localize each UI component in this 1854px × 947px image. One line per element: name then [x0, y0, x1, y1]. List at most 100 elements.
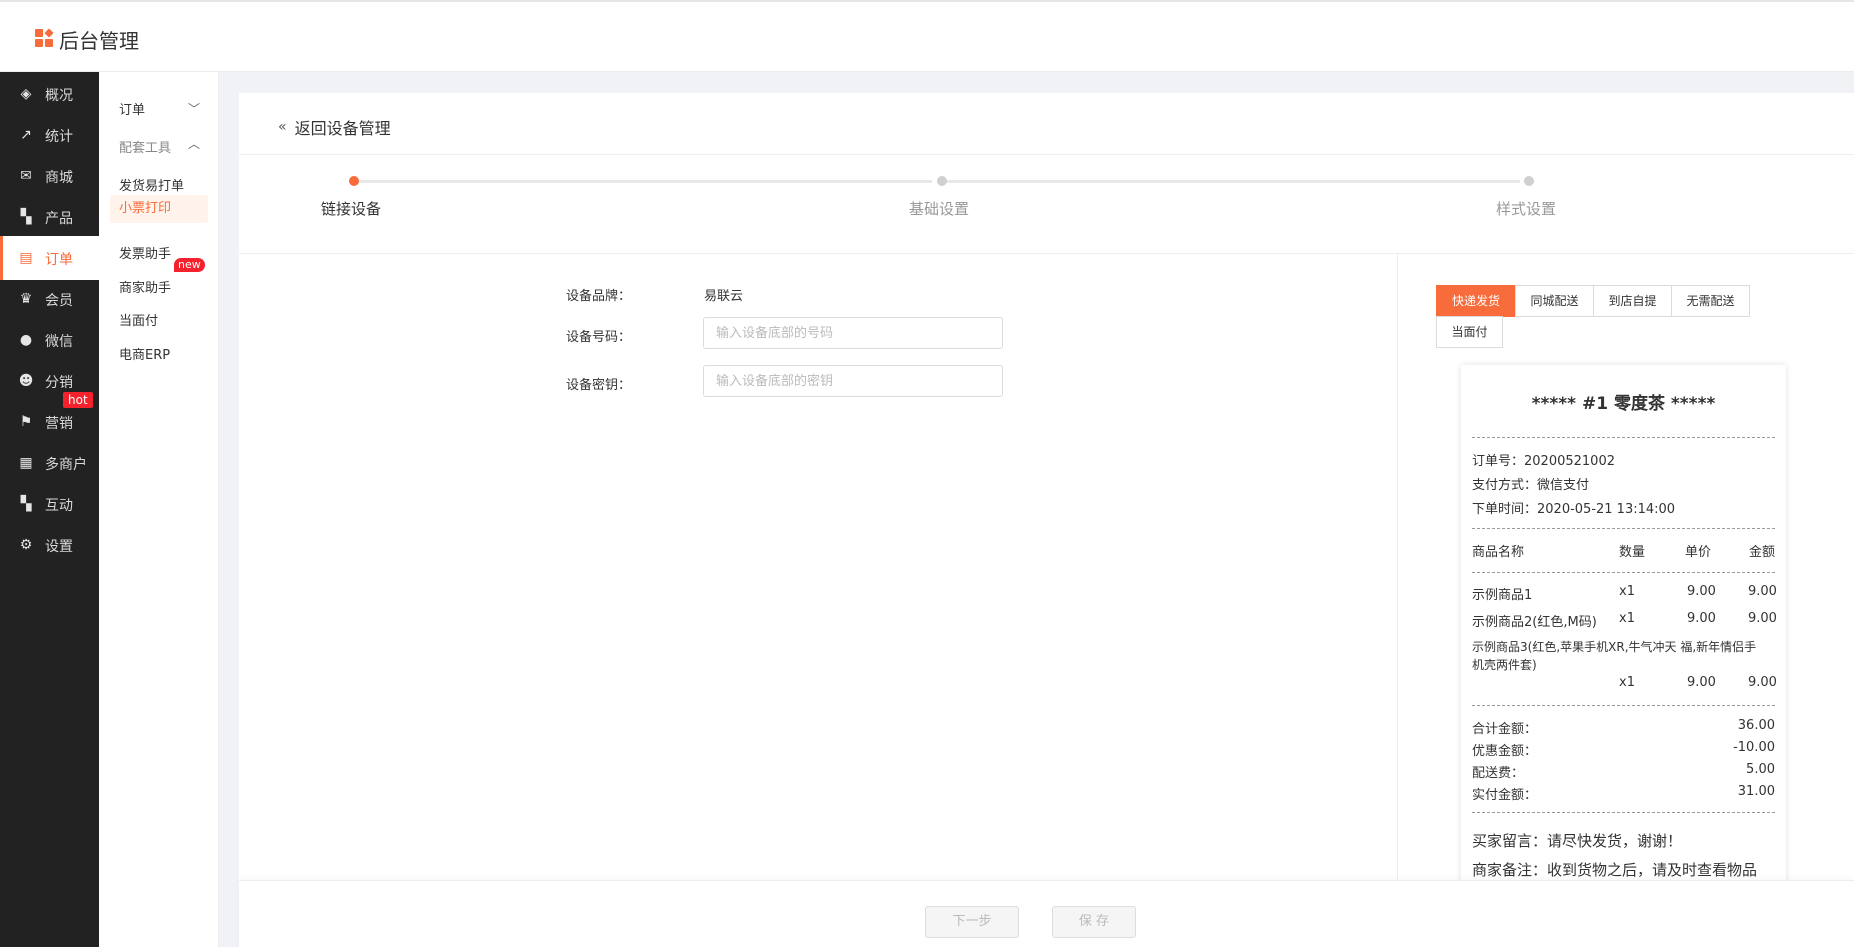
sidebar-item-label: 产品 [45, 211, 73, 227]
chart-icon: ↗ [20, 127, 32, 143]
sidebar-item-settings[interactable]: ⚙ 设置 [0, 523, 99, 567]
sidebar-item-overview[interactable]: ◈ 概况 [0, 72, 99, 116]
dashed-divider [1472, 437, 1775, 438]
payment-method: 支付方式：微信支付 [1472, 478, 1590, 493]
save-button[interactable]: 保 存 [1052, 906, 1136, 938]
device-number-input[interactable] [703, 317, 1003, 349]
order-number: 订单号：20200521002 [1472, 454, 1615, 469]
sidebar-item-members[interactable]: ♛ 会员 [0, 277, 99, 321]
clipboard-icon: ▤ [19, 250, 33, 266]
device-key-label: 设备密钥： [565, 378, 631, 393]
tab-local-delivery[interactable]: 同城配送 [1515, 285, 1594, 317]
tab-no-delivery[interactable]: 无需配送 [1671, 285, 1750, 317]
back-label: 返回设备管理 [294, 119, 391, 138]
sidebar: ◈ 概况 ↗ 统计 ✉ 商城 ▚ 产品 ▤ 订单 ♛ 会员 ● 微信 ☻ 分销 ⚑ 营销 hot ▦… [0, 72, 99, 947]
step-dot-1 [349, 176, 359, 186]
brand-value: 易联云 [704, 289, 744, 304]
item-name: 示例商品3(红色,苹果手机XR,牛气冲天 福,新年情侣手 [1472, 640, 1757, 654]
tab-face-pay[interactable]: 当面付 [1436, 316, 1503, 348]
divider [239, 253, 1854, 254]
discount-value: -10.00 [1733, 740, 1775, 755]
shipping-fee-label: 配送费： [1472, 766, 1525, 781]
sidebar-item-wechat[interactable]: ● 微信 [0, 318, 99, 362]
sidebar-item-multi-merchant[interactable]: ▦ 多商户 [0, 441, 99, 485]
item-price: 9.00 [1687, 675, 1716, 690]
item-amount: 9.00 [1748, 611, 1777, 626]
item-amount: 9.00 [1748, 584, 1777, 599]
receipt-title: ***** #1 零度茶 ***** [1531, 394, 1716, 414]
item-price: 9.00 [1687, 611, 1716, 626]
total-label: 合计金额： [1472, 722, 1538, 737]
item-name: 示例商品1 [1472, 588, 1533, 603]
app: 后台管理 ◈ 概况 ↗ 统计 ✉ 商城 ▚ 产品 ▤ 订单 ♛ 会员 ● 微信 ☻ 分销 ⚑ 营销… [0, 0, 1854, 947]
step-line [354, 180, 932, 183]
tab-express[interactable]: 快递发货 [1436, 285, 1516, 317]
crown-icon: ♛ [19, 291, 33, 307]
subnav-item-invoice-helper[interactable]: 发票助手 [119, 243, 171, 262]
sidebar-item-label: 商城 [45, 170, 73, 186]
column-header-name: 商品名称 [1472, 545, 1525, 560]
sidebar-item-label: 微信 [45, 334, 73, 350]
step-line [942, 180, 1520, 183]
buyer-note: 买家留言：请尽快发货，谢谢！ [1472, 832, 1683, 850]
footer-bar: 下一步 保 存 [239, 880, 1854, 947]
sidebar-item-label: 订单 [45, 252, 73, 268]
sidebar-item-label: 营销 [45, 416, 73, 432]
next-step-button[interactable]: 下一步 [925, 906, 1019, 938]
subnav-group-tools[interactable]: 配套工具 [119, 137, 171, 156]
mail-icon: ✉ [20, 168, 32, 184]
order-time: 下单时间：2020-05-21 13:14:00 [1472, 502, 1676, 517]
sidebar-item-label: 互动 [45, 498, 73, 514]
sidebar-item-interaction[interactable]: ▚ 互动 [0, 482, 99, 526]
sidebar-item-label: 统计 [45, 129, 73, 145]
top-bar: 后台管理 [0, 0, 1854, 72]
subnav-item-ecommerce-erp[interactable]: 电商ERP [119, 344, 170, 363]
discount-label: 优惠金额： [1472, 744, 1538, 759]
dashed-divider [1472, 705, 1775, 706]
sidebar-item-label: 概况 [45, 88, 73, 104]
total-value: 36.00 [1737, 718, 1775, 733]
chevron-up-icon[interactable]: ︿ [188, 135, 200, 152]
sub-navigation: 订单 ﹀ 配套工具 ︿ 发货易打单 小票打印 发票助手 商家助手 当面付 电商E… [99, 72, 219, 947]
subnav-item-shipping-print[interactable]: 发货易打单 [119, 175, 184, 194]
sidebar-item-label: 设置 [45, 539, 73, 555]
double-chevron-left-icon: « [278, 119, 287, 135]
step-label-2: 基础设置 [909, 200, 970, 218]
new-badge: new [174, 258, 205, 272]
step-dot-2 [937, 176, 947, 186]
sidebar-item-marketing[interactable]: ⚑ 营销 hot [0, 392, 99, 444]
subnav-item-receipt-print[interactable]: 小票打印 [110, 195, 208, 223]
sidebar-item-products[interactable]: ▚ 产品 [0, 195, 99, 239]
gear-icon: ⚙ [19, 537, 33, 553]
step-dot-3 [1524, 176, 1534, 186]
device-key-input[interactable] [703, 365, 1003, 397]
sidebar-item-label: 多商户 [45, 457, 87, 473]
store-icon: ▦ [19, 455, 33, 471]
subnav-item-merchant-helper[interactable]: 商家助手 [119, 277, 171, 296]
tab-self-pickup[interactable]: 到店自提 [1593, 285, 1672, 317]
item-qty: x1 [1619, 675, 1635, 690]
item-name: 示例商品2(红色,M码) [1472, 615, 1597, 630]
back-button[interactable]: « 返回设备管理 [278, 115, 391, 139]
sidebar-item-orders[interactable]: ▤ 订单 [0, 236, 99, 280]
dashed-divider [1472, 528, 1775, 529]
column-header-qty: 数量 [1619, 545, 1646, 560]
column-header-amount: 金额 [1749, 545, 1776, 560]
item-price: 9.00 [1687, 584, 1716, 599]
subnav-item-face-pay[interactable]: 当面付 [119, 310, 158, 329]
layers-icon: ◈ [20, 86, 32, 102]
brand-label: 设备品牌： [565, 289, 631, 304]
step-label-1: 链接设备 [321, 200, 382, 218]
chevron-down-icon[interactable]: ﹀ [188, 100, 200, 117]
app-title: 后台管理 [59, 29, 139, 53]
vertical-divider [1397, 254, 1398, 894]
paid-value: 31.00 [1737, 784, 1775, 799]
item-amount: 9.00 [1748, 675, 1777, 690]
item-qty: x1 [1619, 584, 1635, 599]
sidebar-item-stats[interactable]: ↗ 统计 [0, 113, 99, 157]
sidebar-item-mall[interactable]: ✉ 商城 [0, 154, 99, 198]
step-label-3: 样式设置 [1496, 200, 1557, 218]
subnav-group-orders[interactable]: 订单 [119, 99, 145, 118]
receipt-preview: ***** #1 零度茶 ***** 订单号：20200521002 支付方式：… [1461, 365, 1786, 947]
paid-label: 实付金额： [1472, 788, 1538, 803]
